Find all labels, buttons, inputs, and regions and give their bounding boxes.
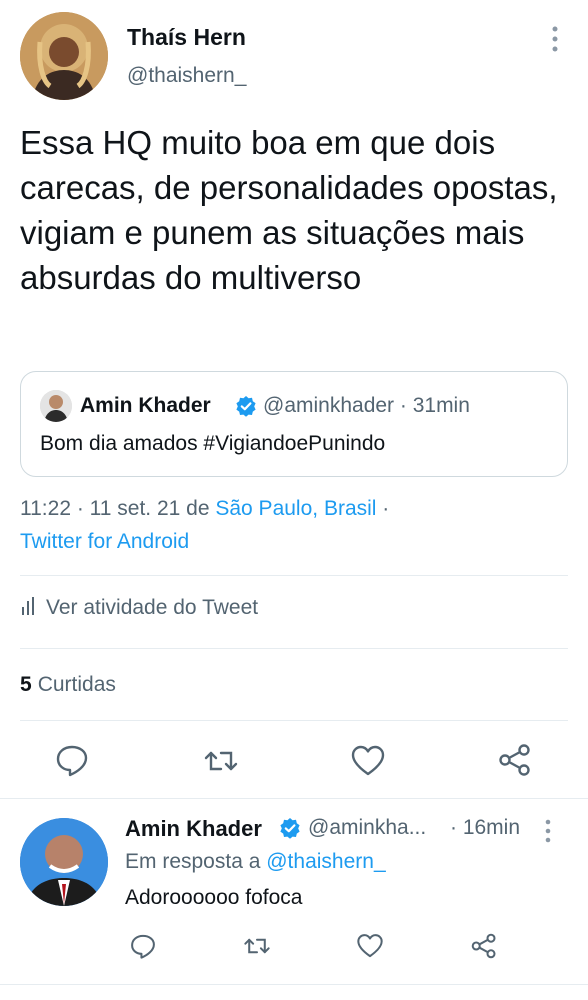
meta-separator: · [376, 497, 390, 520]
quote-author-name[interactable]: Amin Khader [80, 394, 211, 418]
quote-author-avatar[interactable] [40, 390, 72, 422]
like-button[interactable] [356, 932, 384, 960]
reply-time[interactable]: · 16min [450, 816, 520, 840]
divider [20, 648, 568, 649]
author-avatar[interactable] [20, 12, 108, 100]
reply-to-line: Em resposta a @thaishern_ [125, 850, 386, 874]
share-icon [499, 744, 530, 776]
reply-button[interactable] [54, 742, 90, 778]
activity-label: Ver atividade do Tweet [46, 596, 259, 619]
verified-badge-icon [235, 395, 257, 417]
tweet-timestamp-line: 11:22 · 11 set. 21 de São Paulo, Brasil … [20, 497, 389, 521]
divider [0, 798, 588, 799]
retweet-icon [244, 938, 270, 954]
speech-bubble-icon [56, 745, 88, 777]
bar-chart-icon [20, 597, 38, 615]
divider [20, 720, 568, 721]
likes-label: Curtidas [37, 673, 116, 696]
view-tweet-activity[interactable]: Ver atividade do Tweet [20, 596, 258, 620]
heart-icon [357, 934, 383, 958]
author-handle[interactable]: @thaishern_ [127, 64, 246, 88]
likes-count: 5 [20, 673, 32, 696]
tweet-source[interactable]: Twitter for Android [20, 530, 189, 554]
retweet-button[interactable] [243, 932, 271, 960]
quote-author-handle[interactable]: @aminkhader · 31min [263, 394, 470, 418]
reply-author-avatar[interactable] [20, 818, 108, 906]
tweet-text: Essa HQ muito boa em que dois carecas, d… [20, 124, 558, 296]
share-button[interactable] [470, 932, 498, 960]
verified-badge-icon [279, 817, 301, 839]
retweet-icon [204, 751, 238, 771]
tweet-time-date[interactable]: 11:22 · 11 set. 21 de [20, 497, 215, 520]
reply-text: Adoroooooo fofoca [125, 886, 303, 909]
like-button[interactable] [350, 743, 386, 779]
reply-author-handle[interactable]: @aminkha... [308, 816, 426, 840]
author-name[interactable]: Thaís Hern [127, 24, 246, 51]
reply-to-prefix: Em resposta a [125, 850, 267, 873]
reply-author-name[interactable]: Amin Khader [125, 816, 262, 842]
more-options-icon[interactable] [549, 24, 561, 54]
speech-bubble-icon [131, 934, 155, 959]
quote-text: Bom dia amados #VigiandoePunindo [40, 432, 386, 455]
likes-summary[interactable]: 5 Curtidas [20, 673, 116, 697]
heart-icon [351, 745, 385, 776]
reply-button[interactable] [129, 932, 157, 960]
divider [20, 575, 568, 576]
more-options-icon[interactable] [542, 818, 554, 844]
share-button[interactable] [497, 742, 533, 778]
reply-to-handle[interactable]: @thaishern_ [266, 850, 385, 873]
divider [0, 984, 588, 985]
quoted-tweet-card[interactable]: Amin Khader @aminkhader · 31min Bom dia … [20, 371, 568, 477]
tweet-location[interactable]: São Paulo, Brasil [215, 497, 376, 520]
share-icon [471, 933, 496, 959]
retweet-button[interactable] [203, 743, 239, 779]
